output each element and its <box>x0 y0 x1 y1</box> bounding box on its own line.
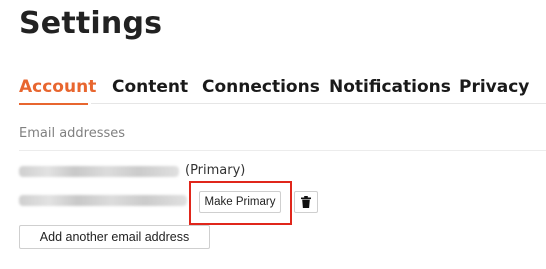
tabs-divider <box>91 103 546 104</box>
page-title: Settings <box>19 6 163 41</box>
tab-content[interactable]: Content <box>112 77 188 97</box>
redacted-secondary-email <box>19 195 187 206</box>
tab-notifications[interactable]: Notifications <box>329 77 451 97</box>
make-primary-button[interactable]: Make Primary <box>199 191 281 213</box>
add-email-button[interactable]: Add another email address <box>19 225 210 249</box>
redacted-primary-email <box>19 166 179 177</box>
primary-tag: (Primary) <box>185 163 246 178</box>
active-tab-indicator <box>19 103 88 105</box>
tab-privacy[interactable]: Privacy <box>459 77 529 97</box>
tab-connections[interactable]: Connections <box>202 77 320 97</box>
email-row-primary: (Primary) <box>19 162 546 182</box>
email-section-heading: Email addresses <box>19 126 126 141</box>
tab-account[interactable]: Account <box>19 77 96 97</box>
section-divider <box>19 150 546 151</box>
trash-icon <box>301 196 311 208</box>
delete-email-button[interactable] <box>294 191 318 213</box>
